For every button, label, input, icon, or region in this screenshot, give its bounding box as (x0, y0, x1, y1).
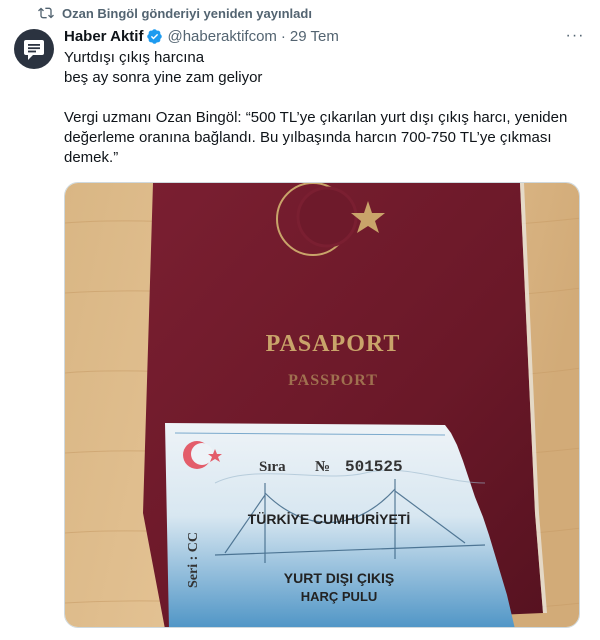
passport-title: PASAPORT (266, 331, 401, 357)
repost-indicator[interactable]: Ozan Bingöl gönderiyi yeniden yayınladı (38, 4, 312, 22)
author-name[interactable]: Haber Aktif (64, 28, 143, 45)
separator-dot: · (280, 27, 286, 45)
chat-bubble-logo-icon (24, 40, 44, 60)
stamp-no-symbol: № (315, 459, 330, 475)
tweet-timestamp[interactable]: 29 Tem (290, 28, 339, 45)
stamp-country: TÜRKİYE CUMHURİYETİ (248, 511, 411, 527)
stamp-seri: Seri : CC (186, 532, 201, 588)
author-handle[interactable]: @haberaktifcom (167, 28, 276, 45)
tweet-header: Haber Aktif @haberaktifcom · 29 Tem ··· (64, 26, 586, 46)
tweet-media-photo[interactable]: PASAPORT PASSPORT Sıra № 501525 TÜRKİYE … (64, 182, 580, 628)
verified-badge-icon[interactable] (146, 28, 163, 45)
stamp-line1: YURT DIŞI ÇIKIŞ (284, 570, 394, 586)
passport-photo: PASAPORT PASSPORT Sıra № 501525 TÜRKİYE … (65, 183, 579, 627)
stamp-line2: HARÇ PULU (301, 589, 378, 604)
repost-icon (38, 7, 54, 19)
stamp-serial-number: 501525 (345, 458, 403, 476)
passport-subtitle: PASSPORT (288, 372, 378, 389)
tweet-text: Yurtdışı çıkış harcına beş ay sonra yine… (64, 49, 568, 166)
repost-text: Ozan Bingöl gönderiyi yeniden yayınladı (62, 5, 312, 21)
more-options-button[interactable]: ··· (564, 26, 586, 46)
author-avatar[interactable] (14, 29, 54, 69)
stamp-sira-label: Sıra (259, 459, 286, 475)
